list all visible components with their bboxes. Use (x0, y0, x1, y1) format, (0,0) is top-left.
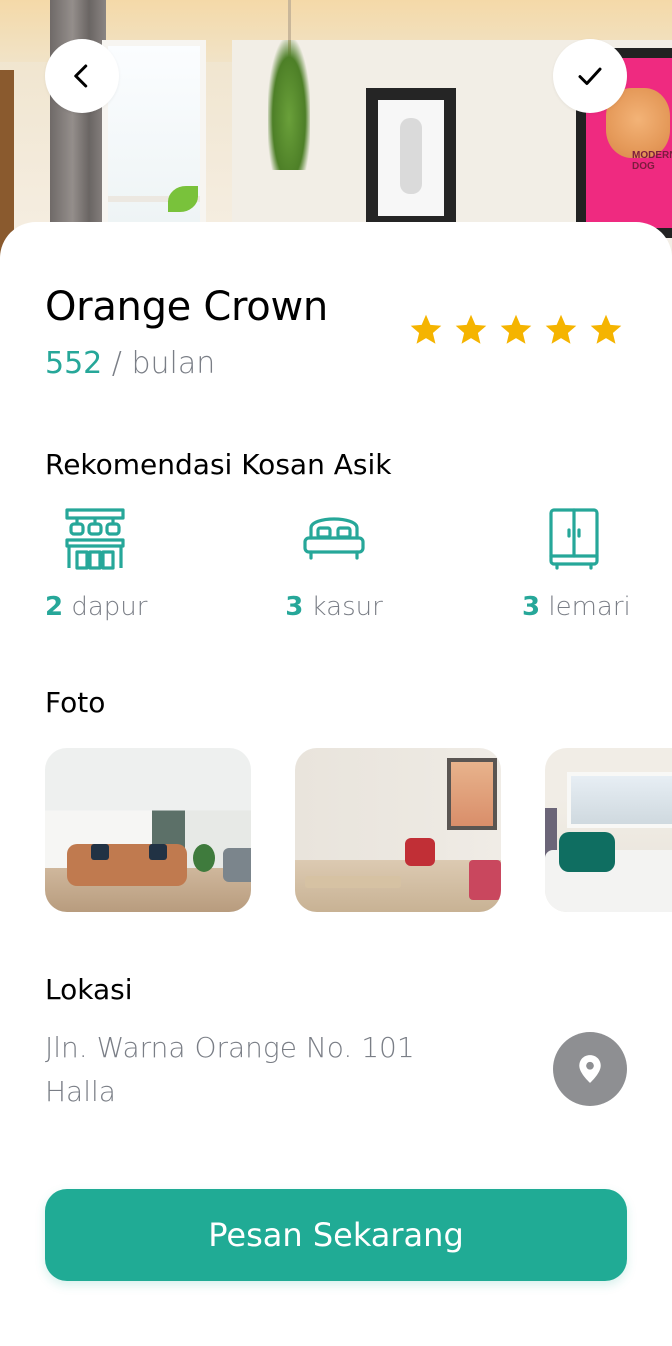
photo-living-room[interactable] (45, 748, 251, 912)
star-icon (410, 314, 442, 344)
facility-wardrobe-label: 3 lemari (522, 592, 631, 622)
location-heading: Lokasi (45, 973, 133, 1006)
facility-kitchen: 2 dapur (45, 508, 148, 622)
map-pin-icon (579, 1055, 601, 1083)
facility-bed-label: 3 kasur (285, 592, 383, 622)
photo-gallery[interactable] (45, 748, 672, 912)
facility-wardrobe: 3 lemari (522, 508, 632, 622)
photo-dining-room[interactable] (295, 748, 501, 912)
photos-heading: Foto (45, 686, 106, 719)
map-location-button[interactable] (553, 1032, 627, 1106)
price-value: 552 (45, 346, 103, 381)
hero-hanging-plant (268, 40, 310, 170)
price-unit: / bulan (102, 346, 216, 381)
star-icon (455, 314, 487, 344)
hero-poster-text: MODERN DOG (632, 150, 672, 172)
star-icon (500, 314, 532, 344)
facility-kitchen-label: 2 dapur (45, 592, 148, 622)
chevron-left-icon (74, 64, 88, 88)
address-line-2: Halla (45, 1075, 116, 1108)
star-icon (545, 314, 577, 344)
address-line-1: Jln. Warna Orange No. 101 (45, 1031, 415, 1064)
listing-price: 552 / bulan (45, 346, 215, 381)
rating-stars (408, 312, 624, 348)
wardrobe-icon (549, 508, 599, 570)
hero-framed-art (366, 88, 456, 228)
back-button[interactable] (45, 39, 119, 113)
star-icon (590, 314, 622, 344)
facilities-heading: Rekomendasi Kosan Asik (45, 448, 392, 481)
facility-bed: 3 kasur (284, 508, 384, 622)
check-button[interactable] (553, 39, 627, 113)
bed-icon (303, 517, 365, 560)
listing-title: Orange Crown (45, 284, 328, 330)
check-icon (578, 67, 602, 85)
book-now-button[interactable]: Pesan Sekarang (45, 1189, 627, 1281)
kitchen-icon (65, 508, 125, 570)
photo-bedroom[interactable] (545, 748, 672, 912)
location-address: Jln. Warna Orange No. 101 Halla (45, 1026, 415, 1114)
